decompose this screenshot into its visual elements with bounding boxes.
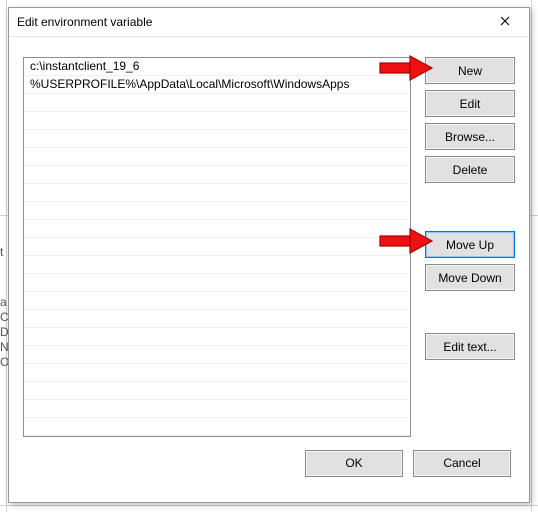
- new-button[interactable]: New: [425, 57, 515, 84]
- list-item[interactable]: [24, 418, 410, 436]
- close-icon: [500, 15, 510, 29]
- list-item[interactable]: [24, 130, 410, 148]
- list-item[interactable]: [24, 274, 410, 292]
- dialog-title: Edit environment variable: [17, 15, 485, 29]
- side-button-column: New Edit Browse... Delete Move Up Move D…: [425, 57, 515, 437]
- list-item[interactable]: [24, 346, 410, 364]
- list-item[interactable]: [24, 220, 410, 238]
- list-item[interactable]: [24, 166, 410, 184]
- titlebar: Edit environment variable: [9, 8, 529, 37]
- list-item[interactable]: [24, 292, 410, 310]
- cancel-button[interactable]: Cancel: [413, 450, 511, 477]
- list-item[interactable]: [24, 400, 410, 418]
- list-item[interactable]: [24, 328, 410, 346]
- list-item[interactable]: %USERPROFILE%\AppData\Local\Microsoft\Wi…: [24, 76, 410, 94]
- edit-env-var-dialog: Edit environment variable c:\instantclie…: [8, 7, 530, 503]
- list-item[interactable]: [24, 184, 410, 202]
- list-item[interactable]: [24, 148, 410, 166]
- list-item[interactable]: [24, 94, 410, 112]
- browse-button[interactable]: Browse...: [425, 123, 515, 150]
- list-item[interactable]: c:\instantclient_19_6: [24, 58, 410, 76]
- list-item[interactable]: [24, 202, 410, 220]
- dialog-footer: OK Cancel: [23, 437, 515, 489]
- ok-button[interactable]: OK: [305, 450, 403, 477]
- list-item[interactable]: [24, 364, 410, 382]
- path-listbox[interactable]: c:\instantclient_19_6 %USERPROFILE%\AppD…: [23, 57, 411, 437]
- list-item[interactable]: [24, 238, 410, 256]
- list-item[interactable]: [24, 382, 410, 400]
- list-item[interactable]: [24, 256, 410, 274]
- edit-text-button[interactable]: Edit text...: [425, 333, 515, 360]
- edit-button[interactable]: Edit: [425, 90, 515, 117]
- dialog-client: c:\instantclient_19_6 %USERPROFILE%\AppD…: [9, 37, 529, 503]
- delete-button[interactable]: Delete: [425, 156, 515, 183]
- close-button[interactable]: [485, 8, 525, 36]
- list-item[interactable]: [24, 310, 410, 328]
- move-up-button[interactable]: Move Up: [425, 231, 515, 258]
- move-down-button[interactable]: Move Down: [425, 264, 515, 291]
- list-item[interactable]: [24, 112, 410, 130]
